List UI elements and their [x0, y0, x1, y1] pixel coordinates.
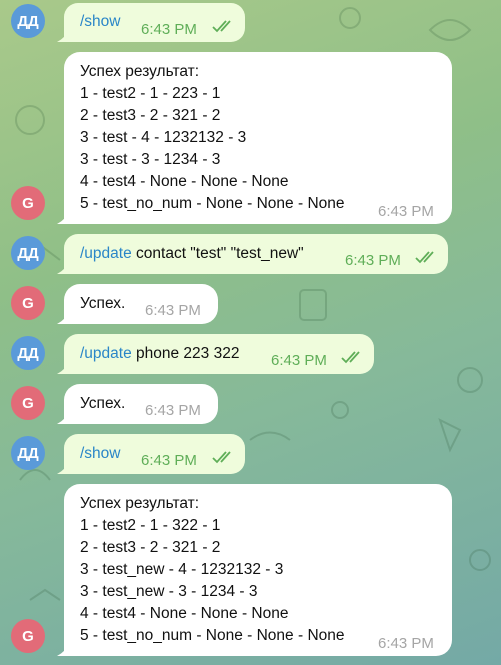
message-time: 6:43 PM: [145, 302, 201, 319]
read-checkmarks-icon: [341, 351, 360, 364]
message-line: 2 - test3 - 2 - 321 - 2: [80, 107, 221, 124]
bot-avatar[interactable]: G: [11, 286, 45, 320]
bubble-tail: [57, 260, 71, 274]
message-bubble-outgoing[interactable]: /show 6:43 PM: [57, 3, 245, 42]
message-line: 2 - test3 - 2 - 321 - 2: [80, 539, 221, 556]
message-line: 1 - test2 - 1 - 223 - 1: [80, 85, 221, 102]
message-time: 6:43 PM: [141, 452, 197, 469]
message-bubble-outgoing[interactable]: /update phone 223 322 6:43 PM: [57, 334, 374, 374]
message-line: 1 - test2 - 1 - 322 - 1: [80, 517, 221, 534]
message-bubble-incoming[interactable]: Успех. 6:43 PM: [57, 384, 218, 424]
message-time: 6:43 PM: [345, 252, 401, 269]
message-bubble-incoming[interactable]: Успех. 6:43 PM: [57, 284, 218, 324]
message-text: Успех.: [80, 295, 126, 312]
message-time: 6:43 PM: [141, 21, 197, 38]
message-line: 3 - test_new - 3 - 1234 - 3: [80, 583, 258, 600]
bubble-tail: [57, 28, 71, 42]
message-bubble-incoming[interactable]: Успех результат: 1 - test2 - 1 - 322 - 1…: [57, 484, 452, 656]
message-line: Успех результат:: [80, 495, 200, 512]
message-line: 3 - test_new - 4 - 1232132 - 3: [80, 561, 284, 578]
command-link[interactable]: /update: [80, 345, 132, 362]
user-avatar[interactable]: ДД: [11, 236, 45, 270]
command-args: contact "test" "test_new": [131, 245, 304, 262]
message-line: 3 - test - 3 - 1234 - 3: [80, 151, 221, 168]
read-checkmarks-icon: [415, 251, 434, 264]
user-avatar[interactable]: ДД: [11, 4, 45, 38]
message-time: 6:43 PM: [378, 635, 434, 652]
message-line: 4 - test4 - None - None - None: [80, 173, 289, 190]
message-line: Успех результат:: [80, 63, 200, 80]
message-time: 6:43 PM: [271, 352, 327, 369]
message-line: 3 - test - 4 - 1232132 - 3: [80, 129, 247, 146]
bubble-tail: [57, 360, 71, 374]
command-link[interactable]: /update: [80, 245, 132, 262]
message-time: 6:43 PM: [145, 402, 201, 419]
command-args: phone 223 322: [131, 345, 240, 362]
command-link[interactable]: /show: [80, 443, 121, 465]
user-avatar[interactable]: ДД: [11, 436, 45, 470]
read-checkmarks-icon: [212, 451, 231, 464]
command-link[interactable]: /show: [80, 11, 121, 33]
message-bubble-outgoing[interactable]: /update contact "test" "test_new" 6:43 P…: [57, 234, 448, 274]
message-bubble-incoming[interactable]: Успех результат: 1 - test2 - 1 - 223 - 1…: [57, 52, 452, 224]
message-text: /update phone 223 322: [80, 343, 239, 365]
bubble-tail: [57, 460, 71, 474]
bot-avatar[interactable]: G: [11, 619, 45, 653]
message-bubble-outgoing[interactable]: /show 6:43 PM: [57, 434, 245, 474]
read-checkmarks-icon: [212, 20, 231, 33]
bubble-tail: [57, 310, 71, 324]
user-avatar[interactable]: ДД: [11, 336, 45, 370]
bot-avatar[interactable]: G: [11, 386, 45, 420]
bubble-tail: [57, 642, 71, 656]
message-text: Успех.: [80, 395, 126, 412]
bubble-tail: [57, 210, 71, 224]
message-text: /update contact "test" "test_new": [80, 243, 304, 265]
bubble-tail: [57, 410, 71, 424]
message-line: 4 - test4 - None - None - None: [80, 605, 289, 622]
message-time: 6:43 PM: [378, 203, 434, 220]
bot-avatar[interactable]: G: [11, 186, 45, 220]
